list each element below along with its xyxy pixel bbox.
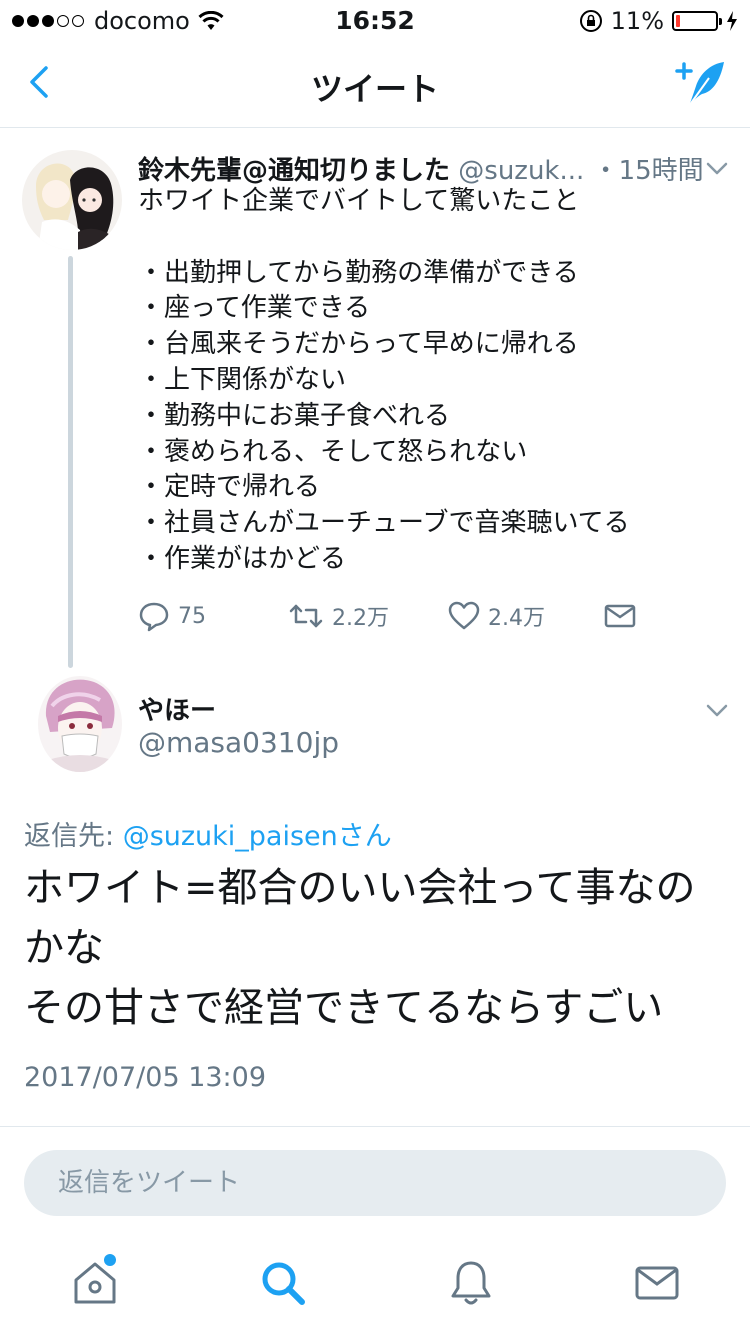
author-handle[interactable]: @suzuk... — [458, 156, 584, 186]
reply-to-label: 返信先: — [24, 821, 123, 852]
notifications-icon — [451, 1261, 491, 1305]
divider — [0, 1126, 750, 1127]
tweet-menu-button[interactable] — [702, 156, 732, 180]
nav-bar: ツイート — [0, 40, 750, 128]
reply-author-avatar[interactable] — [38, 676, 122, 772]
author-name[interactable]: 鈴木先輩@通知切りました — [138, 156, 450, 186]
author-avatar[interactable] — [22, 150, 122, 250]
heart-icon — [448, 601, 480, 630]
battery-icon — [672, 11, 722, 31]
rotation-lock-icon — [579, 10, 602, 32]
tab-bar — [0, 1236, 750, 1334]
messages-icon — [635, 1266, 679, 1300]
reply-author-handle[interactable]: @masa0310jp — [138, 726, 339, 759]
chevron-down-icon — [706, 162, 728, 175]
compose-button[interactable] — [674, 56, 730, 112]
direct-message-action[interactable] — [604, 600, 636, 632]
tweet-age: ・15時間 — [592, 156, 704, 186]
compose-tweet-icon — [675, 62, 724, 107]
tweet-text: ホワイト企業でバイトして驚いたこと ・出勤押してから勤務の準備ができる ・座って… — [138, 186, 630, 574]
status-bar: docomo 16:52 11% — [0, 0, 750, 40]
battery-percent: 11% — [610, 7, 664, 35]
tweet-timestamp: 2017/07/05 13:09 — [24, 1062, 267, 1093]
reply-icon — [139, 602, 169, 632]
home-icon — [74, 1262, 116, 1304]
reply-menu-button[interactable] — [702, 698, 732, 722]
page-title: ツイート — [310, 70, 439, 108]
tab-notifications[interactable] — [446, 1258, 496, 1308]
reply-context: 返信先: @suzuki_paisenさん — [24, 814, 392, 853]
reply-to-user-link[interactable]: @suzuki_paisenさん — [123, 821, 392, 852]
chevron-down-icon — [706, 704, 728, 717]
thread-connector — [68, 256, 73, 668]
new-content-indicator — [104, 1254, 116, 1266]
battery-level-fill — [676, 15, 681, 27]
envelope-icon — [604, 604, 636, 628]
tweet-header: 鈴木先輩@通知切りました @suzuk... ・15時間 — [138, 150, 704, 187]
tab-home[interactable] — [70, 1258, 120, 1308]
tweet-actions: 75 2.2万 2.4万 — [138, 598, 658, 638]
retweet-icon — [289, 604, 323, 628]
like-count: 2.4万 — [488, 606, 545, 631]
like-action[interactable]: 2.4万 — [448, 600, 545, 632]
charging-icon — [727, 11, 737, 31]
retweet-action[interactable]: 2.2万 — [288, 600, 389, 632]
reply-tweet-text: ホワイト=都合のいい会社って事なの かな その甘さで経営できてるならすごい — [24, 865, 696, 1031]
reply-count: 75 — [178, 603, 206, 629]
tab-messages[interactable] — [632, 1258, 682, 1308]
reply-input[interactable]: 返信をツイート — [24, 1150, 726, 1216]
reply-author-name[interactable]: やほー — [138, 690, 216, 727]
retweet-count: 2.2万 — [332, 606, 389, 631]
reply-action[interactable]: 75 — [138, 600, 206, 632]
search-icon — [262, 1262, 305, 1305]
tab-search[interactable] — [258, 1258, 308, 1308]
